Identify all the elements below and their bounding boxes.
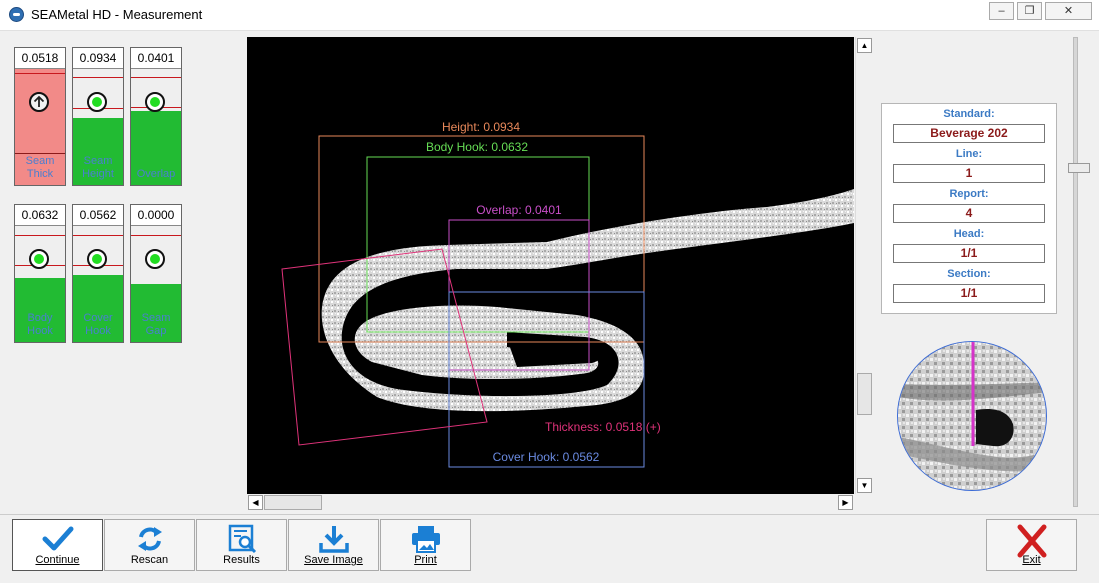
body-hook-measurement: Body Hook: 0.0632 (426, 140, 528, 154)
thickness-measurement: Thickness: 0.0518 (+) (545, 420, 661, 434)
section-label: Section: (947, 268, 991, 280)
gauge-value: 0.0562 (73, 205, 123, 226)
zoom-detail-image (898, 342, 1046, 490)
seam-cross-section-image: Height: 0.0934 Body Hook: 0.0632 Overlap… (281, 120, 854, 468)
report-label: Report: (949, 188, 989, 200)
head-label: Head: (953, 228, 985, 240)
line-value: 1 (893, 164, 1045, 183)
gauge-seam-height[interactable]: 0.0934 Seam Height (72, 47, 124, 186)
restore-button[interactable]: ❐ (1017, 2, 1042, 20)
horizontal-scroll-thumb[interactable] (264, 495, 322, 510)
ok-indicator-icon (145, 92, 165, 112)
results-label: Results (223, 554, 260, 566)
window-title: SEAMetal HD - Measurement (31, 7, 203, 22)
gauge-label: Cover Hook (83, 312, 113, 337)
minimize-button[interactable]: – (989, 2, 1014, 20)
overlap-measurement: Overlap: 0.0401 (476, 203, 562, 217)
gauge-body-hook[interactable]: 0.0632 Body Hook (14, 204, 66, 343)
exit-button[interactable]: Exit (986, 519, 1077, 571)
arrow-up-icon (29, 92, 49, 112)
close-button[interactable]: ✕ (1045, 2, 1092, 20)
scroll-down-icon[interactable]: ▼ (857, 478, 872, 493)
seam-image-view[interactable]: Height: 0.0934 Body Hook: 0.0632 Overlap… (247, 37, 854, 494)
measurement-window: SEAMetal HD - Measurement – ❐ ✕ 0.0518 S… (0, 0, 1099, 583)
gauge-seam-thick[interactable]: 0.0518 Seam Thick (14, 47, 66, 186)
scroll-right-icon[interactable]: ▶ (838, 495, 853, 510)
cover-hook-measurement: Cover Hook: 0.0562 (493, 450, 600, 464)
scroll-up-icon[interactable]: ▲ (857, 38, 872, 53)
printer-icon (381, 524, 470, 554)
right-slider-thumb[interactable] (1068, 163, 1090, 173)
save-image-button[interactable]: Save Image (288, 519, 379, 571)
gauge-value: 0.0401 (131, 48, 181, 69)
gauge-label: Body Hook (27, 312, 53, 337)
exit-label: Exit (1022, 554, 1041, 566)
checkmark-icon (13, 524, 102, 554)
vertical-scroll-thumb[interactable] (857, 373, 872, 415)
gauge-label: Seam Height (82, 155, 114, 180)
head-value: 1/1 (893, 244, 1045, 263)
ok-indicator-icon (87, 92, 107, 112)
gauge-value: 0.0518 (15, 48, 65, 69)
seam-info-panel: Standard: Beverage 202 Line: 1 Report: 4… (881, 103, 1057, 314)
print-label: Print (414, 554, 437, 566)
line-label: Line: (955, 148, 983, 160)
section-value: 1/1 (893, 284, 1045, 303)
ok-indicator-icon (29, 249, 49, 269)
rescan-button[interactable]: Rescan (104, 519, 195, 571)
gauge-seam-gap[interactable]: 0.0000 Seam Gap (130, 204, 182, 343)
gauge-cover-hook[interactable]: 0.0562 Cover Hook (72, 204, 124, 343)
gauge-value: 0.0632 (15, 205, 65, 226)
gauge-label: Seam Thick (25, 155, 55, 180)
right-vertical-slider[interactable] (1073, 37, 1078, 507)
gauge-value: 0.0000 (131, 205, 181, 226)
gauge-overlap[interactable]: 0.0401 Overlap (130, 47, 182, 186)
title-bar: SEAMetal HD - Measurement – ❐ ✕ (0, 0, 1099, 31)
download-icon (289, 524, 378, 554)
report-value: 4 (893, 204, 1045, 223)
ok-indicator-icon (145, 249, 165, 269)
ok-indicator-icon (87, 249, 107, 269)
app-icon (9, 7, 24, 22)
results-search-icon (197, 524, 286, 554)
standard-value: Beverage 202 (893, 124, 1045, 143)
image-horizontal-scrollbar[interactable]: ◀ ▶ (247, 494, 854, 511)
refresh-icon (105, 524, 194, 554)
zoom-loupe (897, 341, 1047, 491)
close-x-icon (987, 524, 1076, 558)
results-button[interactable]: Results (196, 519, 287, 571)
height-measurement: Height: 0.0934 (442, 120, 520, 134)
gauge-label: Overlap (136, 168, 176, 180)
save-image-label: Save Image (304, 554, 363, 566)
print-button[interactable]: Print (380, 519, 471, 571)
continue-button[interactable]: Continue (12, 519, 103, 571)
gauge-label: Seam Gap (141, 312, 171, 337)
gauge-value: 0.0934 (73, 48, 123, 69)
rescan-label: Rescan (130, 554, 169, 566)
standard-label: Standard: (943, 108, 995, 120)
continue-label: Continue (35, 554, 80, 566)
scroll-left-icon[interactable]: ◀ (248, 495, 263, 510)
image-vertical-scrollbar[interactable]: ▲ ▼ (855, 37, 873, 494)
